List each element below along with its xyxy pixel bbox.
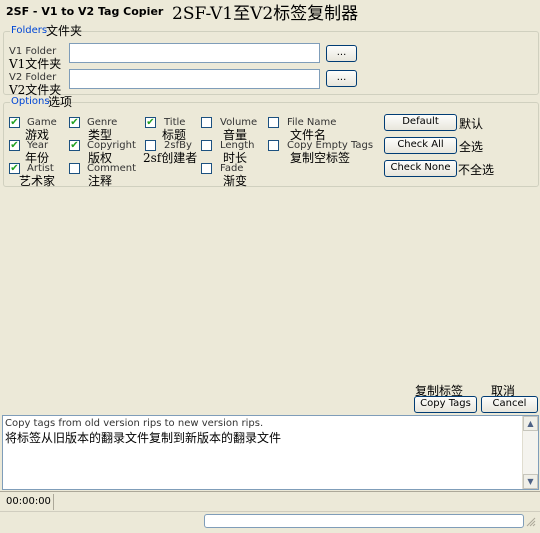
comment-checkbox[interactable]	[69, 163, 80, 174]
artist-label-translation: 艺术家	[19, 174, 56, 188]
check-all-button[interactable]: Check All	[384, 137, 457, 154]
checkmark-icon: ✔	[70, 140, 79, 151]
status-divider	[53, 494, 54, 510]
v1-browse-button[interactable]: ...	[326, 45, 357, 62]
game-checkbox[interactable]: ✔	[9, 117, 20, 128]
log-line-translation: 将标签从旧版本的翻录文件复制到新版本的翻录文件	[5, 431, 282, 445]
year-checkbox[interactable]: ✔	[9, 140, 20, 151]
default-button-translation: 默认	[459, 117, 484, 131]
length-checkbox[interactable]	[201, 140, 212, 151]
file-name-checkbox[interactable]	[268, 117, 279, 128]
copyright-checkbox[interactable]: ✔	[69, 140, 80, 151]
scroll-up-arrow-icon[interactable]: ▲	[523, 416, 538, 431]
checkmark-icon: ✔	[10, 140, 19, 151]
v2-browse-button[interactable]: ...	[326, 70, 357, 87]
folders-legend-translation: 文件夹	[46, 24, 83, 38]
fade-label-translation: 渐变	[223, 174, 248, 188]
scroll-down-arrow-icon[interactable]: ▼	[523, 474, 538, 489]
v1-folder-input[interactable]	[69, 43, 320, 63]
copy-tags-button[interactable]: Copy Tags	[414, 396, 477, 413]
copy-empty-tags-checkbox[interactable]	[268, 140, 279, 151]
fade-checkbox[interactable]	[201, 163, 212, 174]
cancel-button[interactable]: Cancel	[481, 396, 538, 413]
volume-checkbox[interactable]	[201, 117, 212, 128]
log-textarea[interactable]: Copy tags from old version rips to new v…	[2, 415, 539, 490]
comment-label-translation: 注释	[88, 174, 113, 188]
log-scrollbar[interactable]: ▲ ▼	[522, 416, 538, 489]
elapsed-time: 00:00:00	[6, 496, 51, 507]
checkmark-icon: ✔	[10, 163, 19, 174]
v2-folder-input[interactable]	[69, 69, 320, 89]
2sfby-label-translation: 2sf创建者	[143, 151, 198, 165]
bottom-divider	[0, 511, 540, 512]
folders-legend: Folders	[10, 25, 49, 36]
checkmark-icon: ✔	[70, 117, 79, 128]
default-button[interactable]: Default	[384, 114, 457, 131]
v1-folder-label-translation: V1文件夹	[9, 57, 62, 71]
check-all-button-translation: 全选	[459, 140, 484, 154]
resize-grip-icon[interactable]	[526, 517, 536, 527]
status-bar: 00:00:00	[0, 491, 540, 512]
checkmark-icon: ✔	[146, 117, 155, 128]
window-title: 2SF - V1 to V2 Tag Copier	[6, 5, 164, 18]
window-title-translation: 2SF-V1至V2标签复制器	[172, 4, 359, 24]
check-none-button[interactable]: Check None	[384, 160, 457, 177]
progress-bar	[204, 514, 524, 528]
check-none-button-translation: 不全选	[458, 163, 495, 177]
options-legend-translation: 选项	[48, 95, 73, 109]
title-bar: 2SF - V1 to V2 Tag Copier 2SF-V1至V2标签复制器	[0, 0, 540, 24]
options-legend: Options	[10, 96, 51, 107]
copy-empty-tags-label-translation: 复制空标签	[290, 151, 351, 165]
log-line: Copy tags from old version rips to new v…	[5, 418, 264, 429]
genre-checkbox[interactable]: ✔	[69, 117, 80, 128]
title-checkbox[interactable]: ✔	[145, 117, 156, 128]
checkmark-icon: ✔	[10, 117, 19, 128]
